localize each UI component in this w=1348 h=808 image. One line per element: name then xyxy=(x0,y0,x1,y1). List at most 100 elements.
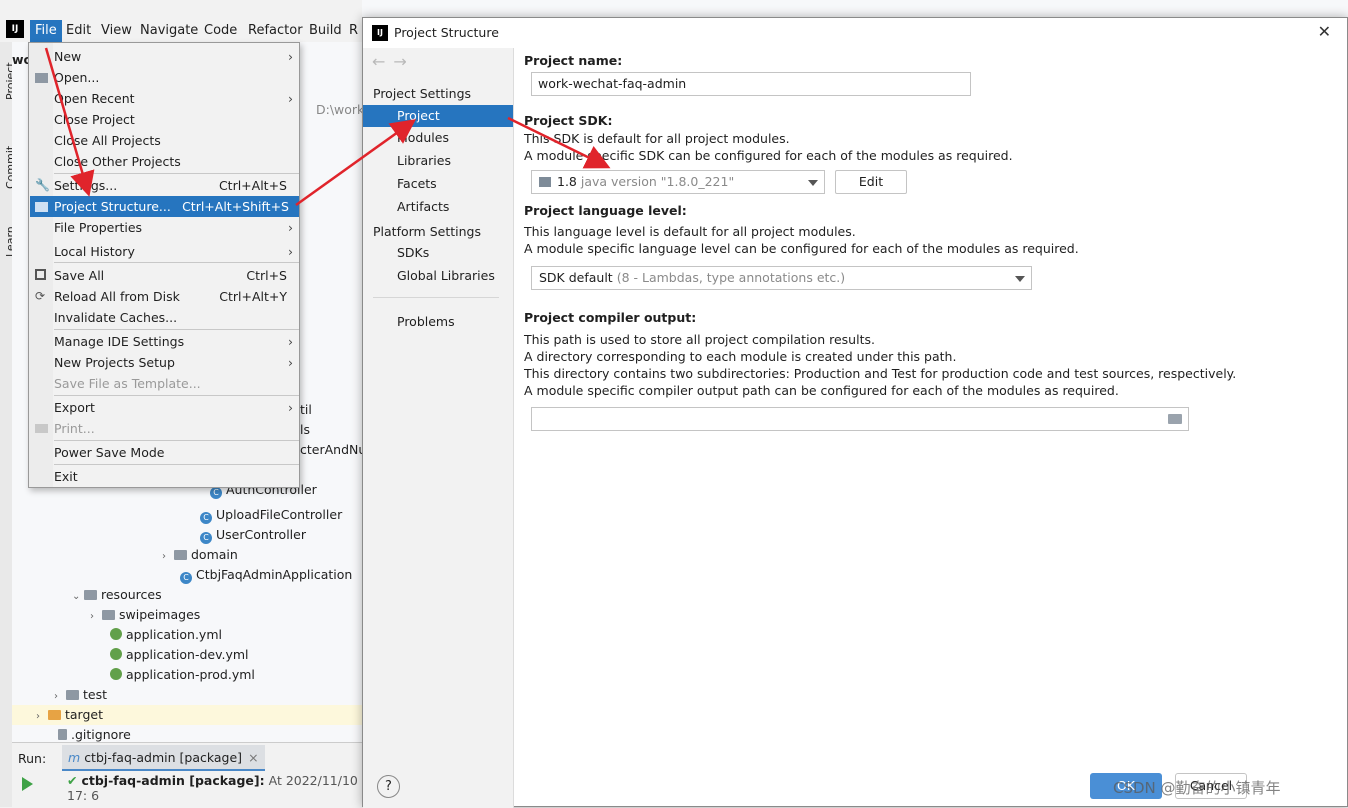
chevron-right-icon[interactable]: › xyxy=(162,547,174,567)
menu-item-new[interactable]: New › xyxy=(30,46,299,67)
tree-item-swipeimages[interactable]: › swipeimages xyxy=(90,605,200,625)
menu-item-reload-all[interactable]: ⟳ Reload All from Disk Ctrl+Alt+Y xyxy=(30,286,299,307)
yaml-file-icon xyxy=(110,648,122,660)
file-icon xyxy=(58,729,67,740)
menu-build[interactable]: Build xyxy=(304,20,347,42)
maven-icon: m xyxy=(68,750,81,765)
file-menu-dropdown: New › Open... Open Recent › Close Project … xyxy=(28,42,300,488)
nav-separator xyxy=(373,297,499,298)
menu-view[interactable]: View xyxy=(96,20,137,42)
tree-item-uploadfilecontroller[interactable]: C UploadFileController xyxy=(200,505,342,525)
tree-item-application-yml[interactable]: application.yml xyxy=(110,625,222,645)
sdk-description: A module specific SDK can be configured … xyxy=(524,148,1013,163)
menu-item-print: Print... xyxy=(30,418,299,439)
menu-navigate[interactable]: Navigate xyxy=(135,20,203,42)
menu-separator xyxy=(54,440,299,441)
nav-back-forward-icon[interactable]: ←→ xyxy=(372,52,415,71)
tree-item-target[interactable]: › target xyxy=(12,705,362,725)
language-level-label: Project language level: xyxy=(524,203,687,218)
tree-partial-item[interactable]: ls xyxy=(300,420,310,440)
class-icon: C xyxy=(210,487,222,499)
menu-item-local-history[interactable]: Local History › xyxy=(30,241,299,262)
submenu-arrow-icon: › xyxy=(288,334,293,349)
menu-edit[interactable]: Edit xyxy=(61,20,96,42)
tree-item-application-prod-yml[interactable]: application-prod.yml xyxy=(110,665,255,685)
run-label: Run: xyxy=(18,751,47,766)
close-icon[interactable]: × xyxy=(248,750,258,765)
compiler-output-label: Project compiler output: xyxy=(524,310,697,325)
compiler-output-input[interactable] xyxy=(531,407,1189,431)
watermark: CSDN @勤奋的小镇青年 xyxy=(1113,779,1281,797)
menu-separator xyxy=(54,329,299,330)
nav-item-global-libraries[interactable]: Global Libraries xyxy=(363,265,513,287)
tree-item-domain[interactable]: › domain xyxy=(162,545,238,565)
project-structure-icon xyxy=(35,202,48,212)
menu-item-project-structure[interactable]: Project Structure... Ctrl+Alt+Shift+S xyxy=(30,196,299,217)
project-sdk-select[interactable]: 1.8 java version "1.8.0_221" xyxy=(531,170,825,194)
nav-item-sdks[interactable]: SDKs xyxy=(363,242,513,264)
nav-item-modules[interactable]: Modules xyxy=(363,127,513,149)
menu-item-file-properties[interactable]: File Properties › xyxy=(30,217,299,238)
tree-item-usercontroller[interactable]: C UserController xyxy=(200,525,306,545)
dialog-titlebar: IJ Project Structure ✕ xyxy=(363,18,1347,48)
chevron-right-icon[interactable]: › xyxy=(90,607,102,627)
compiler-output-description: This directory contains two subdirectori… xyxy=(524,366,1237,381)
folder-icon xyxy=(84,590,97,600)
menu-item-save-all[interactable]: Save All Ctrl+S xyxy=(30,265,299,286)
tree-partial-item[interactable]: cterAndNu xyxy=(300,440,366,460)
chevron-down-icon[interactable]: ⌄ xyxy=(72,587,84,607)
nav-item-facets[interactable]: Facets xyxy=(363,173,513,195)
tree-partial-item[interactable]: til xyxy=(300,400,312,420)
close-icon[interactable]: ✕ xyxy=(1318,22,1331,41)
project-name-input[interactable]: work-wechat-faq-admin xyxy=(531,72,971,96)
language-level-select[interactable]: SDK default (8 - Lambdas, type annotatio… xyxy=(531,266,1032,290)
play-icon[interactable] xyxy=(22,777,33,791)
nav-item-libraries[interactable]: Libraries xyxy=(363,150,513,172)
menu-item-close-project[interactable]: Close Project xyxy=(30,109,299,130)
nav-item-artifacts[interactable]: Artifacts xyxy=(363,196,513,218)
menu-item-exit[interactable]: Exit xyxy=(30,466,299,487)
run-tab[interactable]: m ctbj-faq-admin [package] × xyxy=(62,745,265,771)
menu-item-settings[interactable]: 🔧 Settings... Ctrl+Alt+S xyxy=(30,175,299,196)
chevron-right-icon[interactable]: › xyxy=(36,707,48,727)
intellij-logo-icon: IJ xyxy=(6,20,24,38)
save-icon xyxy=(35,269,46,280)
wrench-icon: 🔧 xyxy=(35,178,50,192)
run-result[interactable]: ✔ ctbj-faq-admin [package]: At 2022/11/1… xyxy=(67,773,362,803)
menu-item-save-as-template: Save File as Template... xyxy=(54,376,201,391)
browse-folder-icon[interactable] xyxy=(1168,414,1182,424)
menu-separator xyxy=(54,464,299,465)
tree-item-resources[interactable]: ⌄ resources xyxy=(72,585,162,605)
help-button[interactable]: ? xyxy=(377,775,400,798)
project-structure-dialog: IJ Project Structure ✕ ←→ Project Settin… xyxy=(362,17,1348,808)
folder-icon xyxy=(66,690,79,700)
language-level-description: A module specific language level can be … xyxy=(524,241,1079,256)
menu-refactor[interactable]: Refactor xyxy=(243,20,308,42)
menu-run[interactable]: R xyxy=(344,20,363,42)
nav-item-problems[interactable]: Problems xyxy=(363,311,513,333)
class-icon: C xyxy=(200,512,212,524)
tree-item-application[interactable]: C CtbjFaqAdminApplication xyxy=(180,565,352,585)
menu-file[interactable]: File xyxy=(30,20,62,42)
tree-item-application-dev-yml[interactable]: application-dev.yml xyxy=(110,645,249,665)
edit-sdk-button[interactable]: Edit xyxy=(835,170,907,194)
menu-item-power-save-mode[interactable]: Power Save Mode xyxy=(30,442,299,463)
menu-item-new-projects-setup[interactable]: New Projects Setup › xyxy=(30,352,299,373)
menu-item-export[interactable]: Export › xyxy=(30,397,299,418)
menu-item-open-recent[interactable]: Open Recent › xyxy=(30,88,299,109)
menu-item-open[interactable]: Open... xyxy=(30,67,299,88)
menu-separator xyxy=(54,262,299,263)
nav-item-project[interactable]: Project xyxy=(363,105,513,127)
compiler-output-description: A module specific compiler output path c… xyxy=(524,383,1119,398)
dialog-title: Project Structure xyxy=(394,25,499,40)
menu-item-close-all-projects[interactable]: Close All Projects xyxy=(30,130,299,151)
menu-item-invalidate-caches[interactable]: Invalidate Caches... xyxy=(30,307,299,328)
nav-section-platform-settings: Platform Settings xyxy=(373,224,481,239)
tree-item-test[interactable]: › test xyxy=(54,685,107,705)
chevron-right-icon[interactable]: › xyxy=(54,687,66,707)
submenu-arrow-icon: › xyxy=(288,400,293,415)
submenu-arrow-icon: › xyxy=(288,244,293,259)
menu-item-close-other-projects[interactable]: Close Other Projects xyxy=(30,151,299,172)
menu-code[interactable]: Code xyxy=(199,20,242,42)
menu-item-manage-ide-settings[interactable]: Manage IDE Settings › xyxy=(30,331,299,352)
